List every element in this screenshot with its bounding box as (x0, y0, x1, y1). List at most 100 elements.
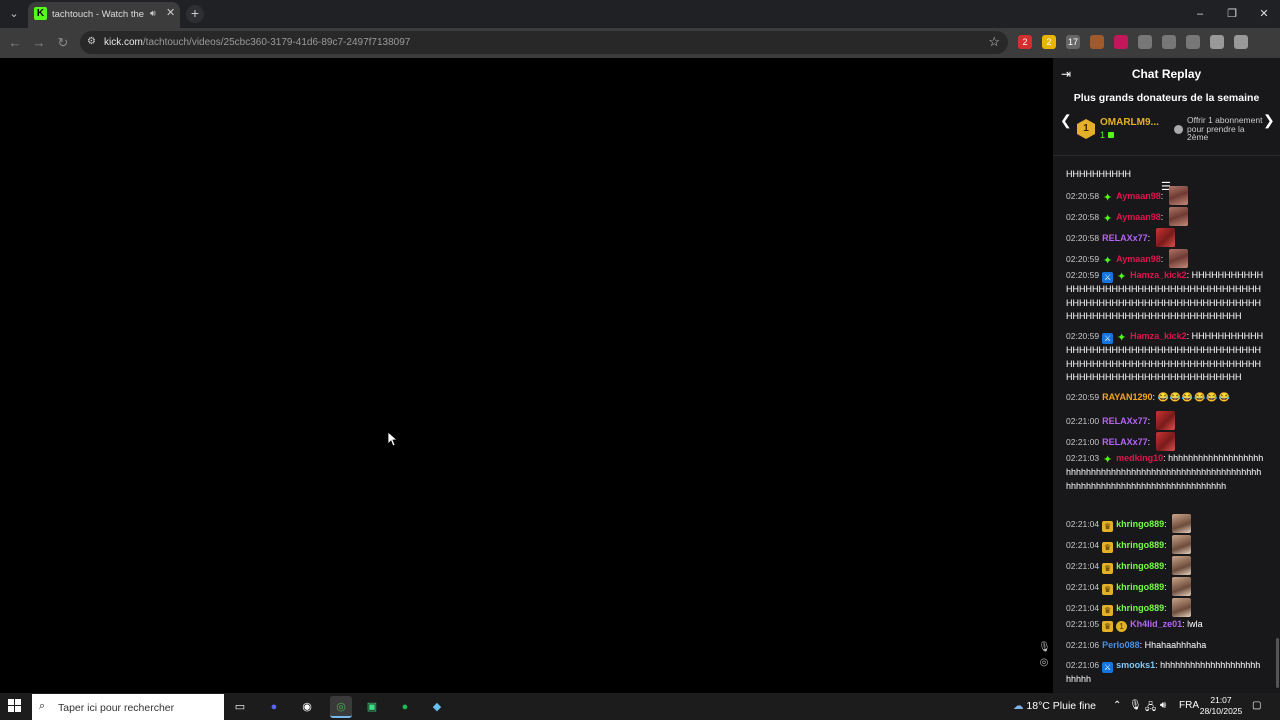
maximize-button[interactable]: ❐ (1216, 0, 1248, 28)
volume-icon[interactable]: 🔊︎ (1160, 700, 1166, 711)
forward-button[interactable]: → (30, 34, 48, 52)
notification-icon[interactable]: ▢ (1252, 700, 1261, 711)
gift-sub-icon (1108, 132, 1115, 138)
profile-icon[interactable] (1210, 35, 1224, 49)
username-colon: : (1147, 416, 1153, 426)
chat-message: 02:21:03 ✦ medking10: hhhhhhhhhhhhhhhhhhhh… (1066, 452, 1264, 493)
taskbar-search-box[interactable]: ⌕ Taper ici pour rechercher (32, 694, 224, 720)
username-colon: : (1147, 233, 1153, 243)
chat-message: 02:21:04 ♛ khringo889: (1066, 535, 1264, 554)
microphone-icon[interactable]: 🎙︎ (1129, 700, 1142, 711)
message-timestamp: 02:21:03 (1066, 453, 1100, 463)
chat-username[interactable]: Aymaan98 (1116, 212, 1161, 222)
obs-icon[interactable]: ◉ (296, 696, 318, 718)
discord-icon[interactable]: ● (263, 696, 285, 718)
emote-image[interactable] (1155, 411, 1175, 430)
chat-username[interactable]: khringo889 (1116, 540, 1164, 550)
chat-message: 02:20:58 ✦ Aymaan98: (1066, 186, 1264, 205)
tab-search-chevron-down-icon[interactable]: ⌄ (4, 4, 24, 24)
menu-icon[interactable] (1234, 35, 1248, 49)
coupon-icon[interactable]: 2 (1042, 35, 1056, 49)
close-icon[interactable]: ✕ (166, 6, 175, 19)
star-icon[interactable]: ☆ (988, 34, 1000, 50)
crown-icon: ♛ (1102, 563, 1114, 574)
microphone-icon[interactable]: 🎙︎ (1038, 642, 1051, 654)
chat-username[interactable]: RELAXx77 (1102, 437, 1148, 447)
target-icon[interactable]: ◎ (1038, 657, 1050, 669)
chat-username[interactable]: Hamza_kick2 (1130, 270, 1187, 280)
emote-image[interactable] (1155, 228, 1175, 247)
chat-message: 02:21:06 Perlo088: Hhahaahhhaha (1066, 639, 1264, 653)
message-timestamp: 02:21:00 (1066, 416, 1100, 426)
chat-username[interactable]: RELAXx77 (1102, 233, 1148, 243)
chat-message: 02:21:04 ♛ khringo889: (1066, 556, 1264, 575)
browser-tabstrip: ⌄ K tachtouch - Watch the VOD 🔊︎ ✕ + – ❐… (0, 0, 1280, 28)
emote-image[interactable] (1168, 186, 1188, 205)
minimize-button[interactable]: – (1184, 0, 1216, 28)
chat-username[interactable]: khringo889 (1116, 603, 1164, 613)
cookie-icon[interactable] (1090, 35, 1104, 49)
emote-image[interactable] (1155, 432, 1175, 451)
ublock-icon[interactable]: 2 (1018, 35, 1032, 49)
emote-image[interactable] (1172, 535, 1192, 554)
url-text[interactable]: kick.com/tachtouch/videos/25cbc360-3179-… (104, 37, 410, 48)
emote-image[interactable] (1168, 207, 1188, 226)
chat-username[interactable]: khringo889 (1116, 519, 1164, 529)
chat-username[interactable]: Perlo088 (1102, 640, 1140, 650)
chrome-icon[interactable]: ◎ (330, 696, 352, 718)
new-tab-button[interactable]: + (186, 5, 204, 23)
speaker-icon[interactable]: 🔊︎ (150, 8, 156, 19)
chat-messages: HHHHHHHHHH 02:20:58 ✦ Aymaan98: 02:20:58 ✦ Ay… (1053, 158, 1280, 693)
calendar-icon[interactable]: 17 (1066, 35, 1080, 49)
chat-username[interactable]: RAYAN1290 (1102, 392, 1152, 402)
video-player[interactable] (0, 58, 1053, 693)
chat-scrollbar[interactable] (1276, 638, 1279, 688)
message-timestamp: 02:20:59 (1066, 331, 1100, 341)
gift-subscription-link[interactable]: Offrir 1 abonnement pour prendre la 2ème (1187, 116, 1267, 142)
chat-username[interactable]: khringo889 (1116, 582, 1164, 592)
emote-image[interactable] (1168, 249, 1188, 268)
chevron-right-icon[interactable]: ❯ (1263, 112, 1275, 129)
chevron-up-icon[interactable]: ⌃ (1113, 700, 1121, 711)
message-text: HHHHHHHHHH (1066, 169, 1131, 179)
close-window-button[interactable]: ✕ (1248, 0, 1280, 28)
chat-username[interactable]: medking10 (1116, 453, 1163, 463)
emote-image[interactable] (1172, 577, 1192, 596)
active-tab[interactable]: K tachtouch - Watch the VOD 🔊︎ ✕ (28, 2, 180, 28)
chevron-left-icon[interactable]: ❮ (1060, 112, 1072, 129)
puzzle-icon[interactable] (1138, 35, 1152, 49)
reload-button[interactable]: ↻ (54, 34, 72, 52)
chat-username[interactable]: Kh4lid_ze01 (1130, 619, 1182, 629)
steam-icon[interactable]: ◆ (426, 696, 448, 718)
media-icon[interactable] (1186, 35, 1200, 49)
task-view-icon[interactable]: ▭ (229, 696, 251, 718)
windows-start-icon[interactable] (8, 699, 22, 713)
chat-username[interactable]: khringo889 (1116, 561, 1164, 571)
back-button[interactable]: ← (6, 34, 24, 52)
crown-icon: ♛ (1102, 542, 1114, 553)
chat-username[interactable]: smooks1 (1116, 660, 1155, 670)
moderator-icon: ⚔ (1102, 333, 1114, 344)
emote-image[interactable] (1172, 598, 1192, 617)
chat-username[interactable]: Hamza_kick2 (1130, 331, 1187, 341)
message-text: 😂😂😂😂😂😂 (1157, 392, 1231, 402)
site-info-icon[interactable]: ⚙ (87, 36, 96, 47)
ext-u-icon[interactable] (1114, 35, 1128, 49)
weather-widget[interactable]: ☁ 18°C Pluie fine (1013, 700, 1096, 712)
spotify-icon[interactable]: ● (394, 696, 416, 718)
system-clock[interactable]: 21:07 28/10/2025 (1196, 695, 1246, 717)
donors-title: Plus grands donateurs de la semaine (1073, 92, 1260, 104)
emote-image[interactable] (1172, 514, 1192, 533)
chat-username[interactable]: Aymaan98 (1116, 191, 1161, 201)
address-bar[interactable]: ⚙ kick.com/tachtouch/videos/25cbc360-317… (80, 31, 1008, 54)
chat-app-icon[interactable]: ▣ (361, 696, 383, 718)
chat-username[interactable]: RELAXx77 (1102, 416, 1148, 426)
crown-icon: ♛ (1102, 521, 1114, 532)
crown-icon: ♛ (1102, 605, 1114, 616)
history-icon[interactable] (1162, 35, 1176, 49)
network-icon[interactable]: 🖧︎ (1145, 700, 1156, 717)
chat-username[interactable]: Aymaan98 (1116, 254, 1161, 264)
donor-name[interactable]: OMARLM9... (1100, 117, 1159, 128)
emote-image[interactable] (1172, 556, 1192, 575)
clock-date: 28/10/2025 (1199, 706, 1243, 716)
